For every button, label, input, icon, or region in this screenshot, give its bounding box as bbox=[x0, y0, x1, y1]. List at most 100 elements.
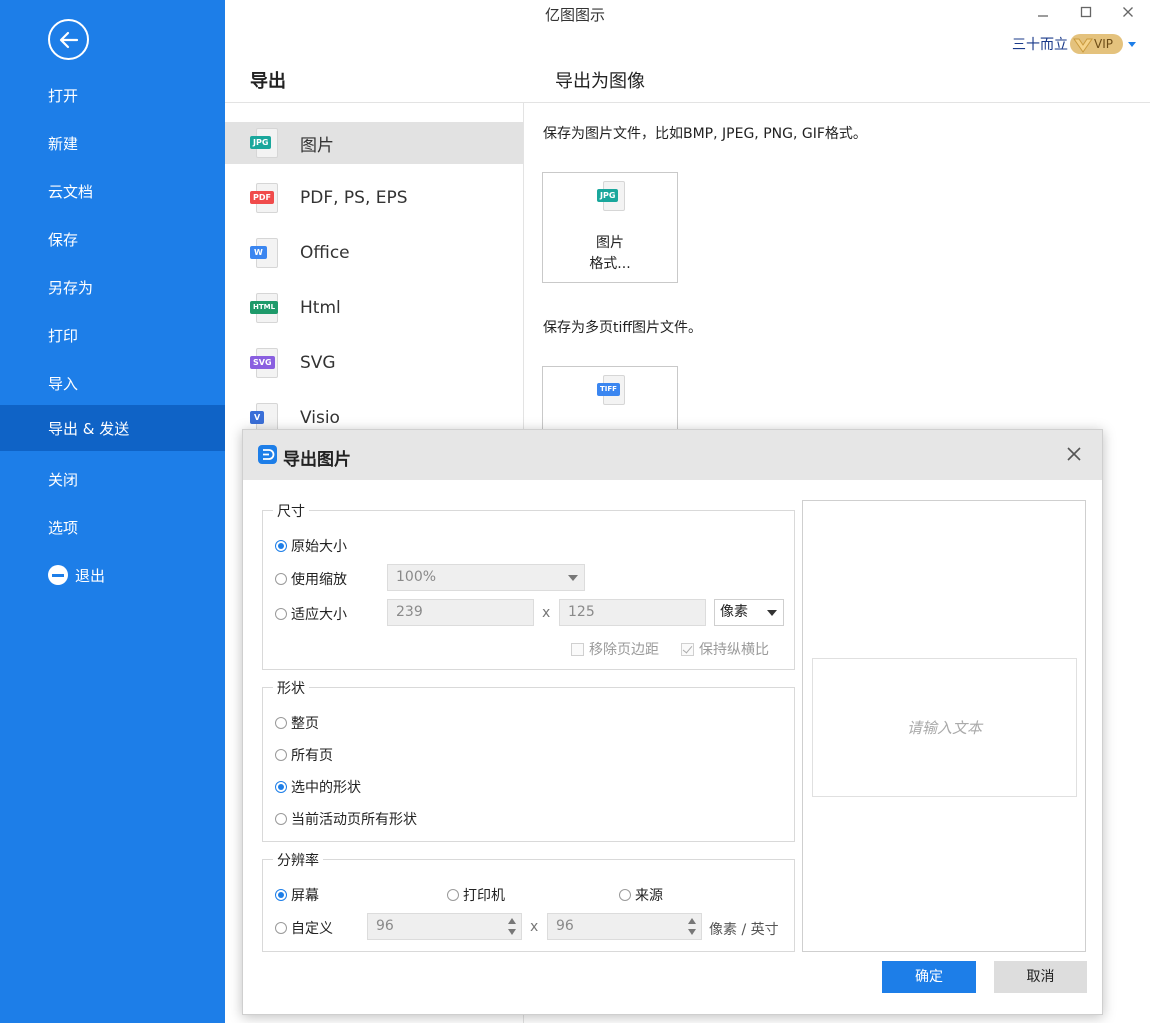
image-export-description: 保存为图片文件，比如BMP, JPEG, PNG, GIF格式。 bbox=[543, 126, 867, 142]
sidebar-item-label: 导入 bbox=[48, 374, 79, 393]
format-item-pdf[interactable]: PDF PDF, PS, EPS bbox=[225, 177, 523, 219]
height-input[interactable]: 125 bbox=[559, 599, 706, 626]
chevron-up-icon[interactable] bbox=[688, 918, 696, 924]
window-close-button[interactable] bbox=[1118, 0, 1138, 24]
chevron-down-icon bbox=[767, 610, 777, 616]
scale-dropdown[interactable]: 100% bbox=[387, 564, 585, 591]
checkbox-label: 保持纵横比 bbox=[699, 642, 769, 658]
preview-text-box[interactable]: 请输入文本 bbox=[812, 658, 1077, 797]
section-title: 导出 bbox=[250, 71, 286, 92]
resolution-printer-radio[interactable]: 打印机 bbox=[447, 885, 505, 905]
sidebar-item-close[interactable]: 关闭 bbox=[0, 456, 225, 502]
shape-option-all-pages[interactable]: 所有页 bbox=[275, 745, 333, 765]
shape-group: 形状 整页 所有页 选中的形状 当前活动页所有形状 bbox=[262, 678, 795, 842]
radio-label: 自定义 bbox=[291, 921, 333, 937]
remove-margin-checkbox[interactable]: 移除页边距 bbox=[571, 639, 659, 659]
group-legend: 分辨率 bbox=[273, 850, 323, 870]
radio-button bbox=[275, 889, 287, 901]
sidebar-item-label: 云文档 bbox=[48, 182, 94, 201]
chevron-up-icon[interactable] bbox=[508, 918, 516, 924]
format-item-office[interactable]: W Office bbox=[225, 232, 523, 274]
cancel-button[interactable]: 取消 bbox=[994, 961, 1087, 993]
radio-button bbox=[275, 922, 287, 934]
sidebar-item-print[interactable]: 打印 bbox=[0, 312, 225, 358]
app-title: 亿图图示 bbox=[545, 6, 606, 24]
width-input[interactable]: 239 bbox=[387, 599, 534, 626]
sidebar-item-open[interactable]: 打开 bbox=[0, 72, 225, 118]
format-label: Html bbox=[300, 298, 341, 318]
group-legend: 形状 bbox=[273, 678, 309, 698]
jpg-file-icon: JPG bbox=[597, 181, 625, 211]
radio-label: 所有页 bbox=[291, 748, 333, 764]
size-unit-select[interactable]: 像素 bbox=[714, 599, 784, 626]
chevron-down-icon bbox=[1127, 41, 1136, 47]
app-logo-icon bbox=[258, 445, 277, 464]
sidebar-item-label: 新建 bbox=[48, 134, 79, 153]
size-separator: x bbox=[542, 605, 551, 621]
header-divider bbox=[225, 102, 1150, 103]
checkbox bbox=[571, 642, 584, 656]
sidebar-item-label: 关闭 bbox=[48, 470, 79, 489]
tile-label-line1: 图片 bbox=[596, 235, 624, 251]
format-item-image[interactable]: JPG 图片 bbox=[225, 122, 523, 164]
panel-title: 导出为图像 bbox=[555, 71, 645, 92]
keep-ratio-checkbox[interactable]: 保持纵横比 bbox=[681, 639, 769, 659]
use-scale-radio[interactable]: 使用缩放 bbox=[275, 569, 347, 589]
sidebar-item-exit[interactable]: 退出 bbox=[0, 552, 225, 598]
tiff-format-tile[interactable]: TIFF bbox=[542, 366, 678, 436]
format-item-svg[interactable]: SVG SVG bbox=[225, 342, 523, 384]
sidebar-item-options[interactable]: 选项 bbox=[0, 504, 225, 550]
resolution-group: 分辨率 屏幕 打印机 来源 自定义 96 x 96 像素 / 英寸 bbox=[262, 850, 795, 952]
user-name: 三十而立 bbox=[1012, 37, 1068, 53]
dialog-title: 导出图片 bbox=[283, 450, 351, 470]
radio-label: 打印机 bbox=[463, 888, 505, 904]
chevron-down-icon[interactable] bbox=[508, 929, 516, 935]
chevron-down-icon[interactable] bbox=[688, 929, 696, 935]
dpi-y-stepper[interactable]: 96 bbox=[547, 913, 702, 940]
sidebar-item-label: 另存为 bbox=[48, 278, 94, 297]
sidebar-item-export-send[interactable]: 导出 & 发送 bbox=[0, 405, 225, 451]
sidebar-item-save[interactable]: 保存 bbox=[0, 216, 225, 262]
radio-label: 原始大小 bbox=[291, 539, 347, 555]
word-file-icon: W bbox=[250, 238, 278, 268]
pdf-file-icon: PDF bbox=[250, 183, 278, 213]
format-label: Office bbox=[300, 243, 350, 263]
minimize-icon bbox=[1038, 15, 1048, 17]
arrow-left-icon bbox=[59, 31, 78, 48]
shape-option-whole-page[interactable]: 整页 bbox=[275, 713, 319, 733]
close-icon bbox=[1067, 447, 1081, 461]
sidebar-item-import[interactable]: 导入 bbox=[0, 360, 225, 406]
tile-label: 图片 格式... bbox=[543, 233, 677, 275]
resolution-source-radio[interactable]: 来源 bbox=[619, 885, 663, 905]
sidebar-item-cloud-docs[interactable]: 云文档 bbox=[0, 168, 225, 214]
format-item-html[interactable]: HTML Html bbox=[225, 287, 523, 329]
user-account-menu[interactable]: 三十而立 VIP bbox=[1012, 34, 1136, 54]
sidebar-item-save-as[interactable]: 另存为 bbox=[0, 264, 225, 310]
svg-file-icon: SVG bbox=[250, 348, 278, 378]
shape-option-active-page-shapes[interactable]: 当前活动页所有形状 bbox=[275, 809, 417, 829]
shape-option-selected-shapes[interactable]: 选中的形状 bbox=[275, 777, 361, 797]
resolution-custom-radio[interactable]: 自定义 bbox=[275, 918, 333, 938]
exit-icon bbox=[48, 565, 68, 585]
ok-button[interactable]: 确定 bbox=[882, 961, 976, 993]
resolution-screen-radio[interactable]: 屏幕 bbox=[275, 885, 319, 905]
html-file-icon: HTML bbox=[250, 293, 279, 323]
radio-button bbox=[275, 717, 287, 729]
dpi-separator: x bbox=[530, 919, 539, 935]
maximize-button[interactable] bbox=[1076, 0, 1096, 24]
dialog-close-button[interactable] bbox=[1064, 444, 1084, 464]
sidebar-item-label: 选项 bbox=[48, 518, 79, 537]
fit-size-radio[interactable]: 适应大小 bbox=[275, 604, 347, 624]
dpi-x-stepper[interactable]: 96 bbox=[367, 913, 522, 940]
sidebar-item-label: 打印 bbox=[48, 326, 79, 345]
sidebar-item-new[interactable]: 新建 bbox=[0, 120, 225, 166]
radio-button bbox=[275, 540, 287, 552]
back-button[interactable] bbox=[48, 19, 89, 60]
radio-button bbox=[275, 573, 287, 585]
image-format-tile[interactable]: JPG 图片 格式... bbox=[542, 172, 678, 283]
group-legend: 尺寸 bbox=[273, 501, 309, 521]
original-size-radio[interactable]: 原始大小 bbox=[275, 536, 347, 556]
radio-button bbox=[275, 608, 287, 620]
minimize-button[interactable] bbox=[1033, 0, 1053, 24]
format-label: PDF, PS, EPS bbox=[300, 188, 408, 208]
